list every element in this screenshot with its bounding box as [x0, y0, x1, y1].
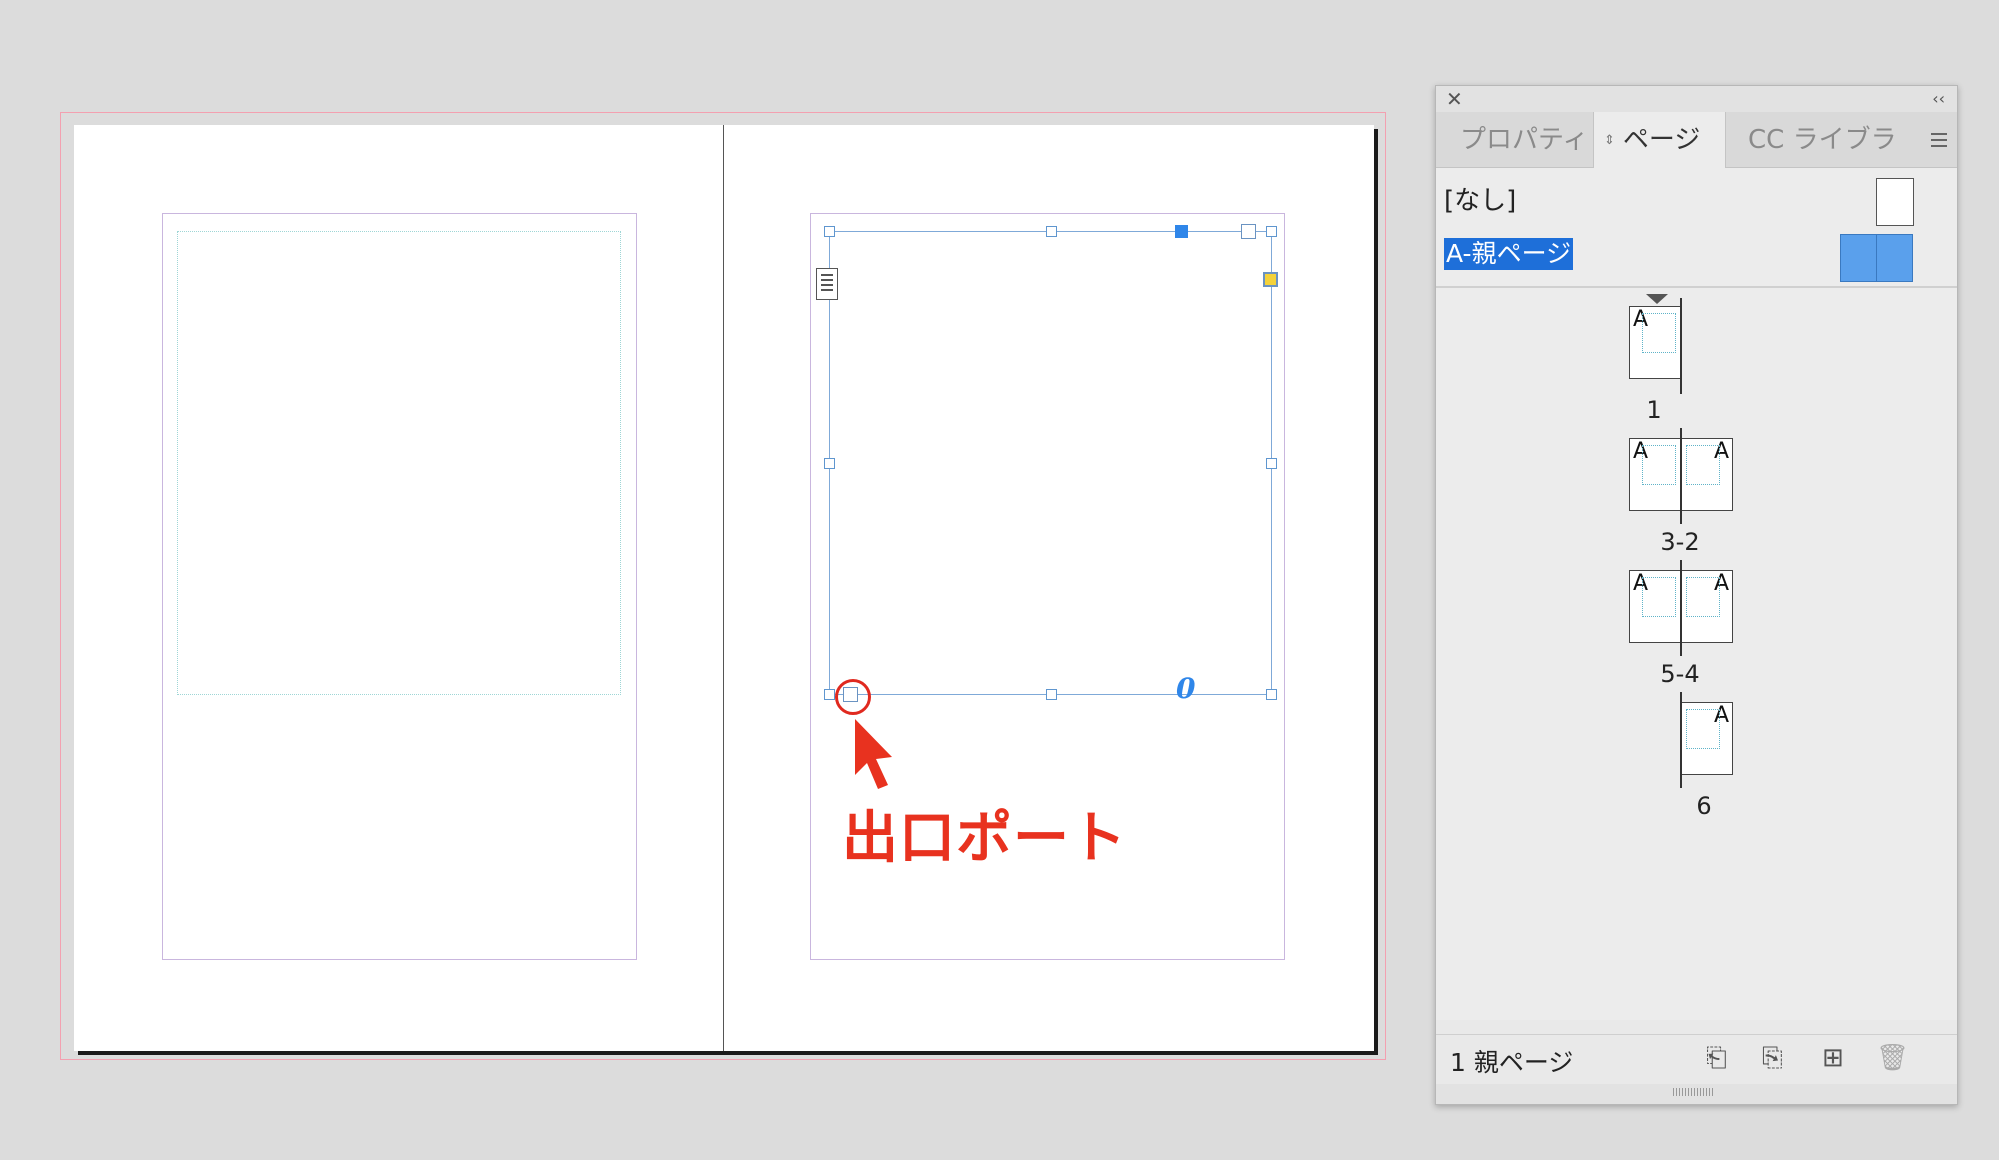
- panel-menu-icon[interactable]: [1929, 112, 1949, 168]
- pages-panel: ✕ ‹‹ プロパティ ⇕ ページ CC ライブラ [なし] A-親ページ A 1 …: [1435, 85, 1958, 1105]
- resize-handle-right[interactable]: [1266, 458, 1277, 469]
- in-port-icon[interactable]: [816, 268, 838, 300]
- page-number-5-4: 5-4: [1660, 660, 1700, 688]
- panel-tab-bar: プロパティ ⇕ ページ CC ライブラ: [1436, 112, 1957, 168]
- selected-text-frame[interactable]: [824, 224, 1278, 702]
- resize-handle-left[interactable]: [824, 458, 835, 469]
- panel-title-bar: ✕ ‹‹: [1436, 86, 1957, 112]
- page-count-status: 1 親ページ: [1450, 1048, 1574, 1077]
- callout-arrow-icon: [855, 719, 892, 789]
- tab-properties[interactable]: プロパティ: [1460, 112, 1588, 168]
- new-page-icon[interactable]: ⊞: [1822, 1045, 1844, 1071]
- callout-label: 出口ポート: [842, 806, 1127, 871]
- parent-none-thumbnail[interactable]: [1876, 178, 1914, 226]
- page-thumbnail-3-2-right[interactable]: A: [1681, 438, 1733, 511]
- page-number-3-2: 3-2: [1660, 528, 1700, 556]
- document-pages-section: A 1 A A 3-2 A A 5-4 A 6: [1436, 288, 1957, 1020]
- parent-a-thumbnail[interactable]: [1840, 234, 1913, 282]
- spine-line: [1680, 428, 1682, 524]
- parent-pages-section: [なし] A-親ページ: [1436, 168, 1957, 288]
- corner-option-handle[interactable]: [1175, 225, 1188, 238]
- resize-grip-icon[interactable]: [1673, 1088, 1713, 1096]
- current-page-marker-icon: [1646, 294, 1668, 304]
- resize-handle-bottom-right[interactable]: [1266, 689, 1277, 700]
- page-thumbnail-1[interactable]: A: [1629, 306, 1681, 379]
- tab-reorder-icon: ⇕: [1604, 132, 1615, 148]
- panel-resize-bar: [1436, 1084, 1957, 1104]
- spine-line: [1680, 560, 1682, 656]
- parent-none-label[interactable]: [なし]: [1444, 180, 1516, 217]
- page-number-6: 6: [1696, 792, 1712, 820]
- tab-pages[interactable]: ⇕ ページ: [1593, 112, 1726, 168]
- resize-handle-top-right-outer[interactable]: [1241, 224, 1256, 239]
- page-thumbnail-5-4-left[interactable]: A: [1629, 570, 1681, 643]
- resize-handle-bottom-left[interactable]: [824, 689, 835, 700]
- close-icon[interactable]: ✕: [1446, 88, 1463, 110]
- spine-line: [1680, 298, 1682, 394]
- live-corner-widget[interactable]: [1263, 272, 1278, 287]
- parent-a-label[interactable]: A-親ページ: [1444, 238, 1574, 270]
- panel-footer: 1 親ページ ⎗ ⎘ ⊞ 🗑: [1436, 1034, 1957, 1084]
- page-thumbnail-3-2-left[interactable]: A: [1629, 438, 1681, 511]
- edit-page-size-icon[interactable]: ⎗: [1706, 1045, 1727, 1071]
- tab-cc-libraries[interactable]: CC ライブラ: [1748, 112, 1898, 168]
- left-text-frame[interactable]: [177, 231, 621, 695]
- overflow-marker: 0: [1176, 672, 1196, 705]
- spine-line: [1680, 692, 1682, 788]
- page-number-1: 1: [1646, 396, 1662, 424]
- out-port-highlight-circle: [835, 679, 871, 715]
- resize-handle-top-left[interactable]: [824, 226, 835, 237]
- resize-handle-bottom[interactable]: [1046, 689, 1057, 700]
- trash-icon[interactable]: 🗑: [1876, 1045, 1909, 1071]
- new-spread-icon[interactable]: ⎘: [1762, 1045, 1783, 1071]
- resize-handle-top-right[interactable]: [1266, 226, 1277, 237]
- resize-handle-top[interactable]: [1046, 226, 1057, 237]
- collapse-icon[interactable]: ‹‹: [1932, 88, 1945, 110]
- page-thumbnail-6[interactable]: A: [1681, 702, 1733, 775]
- spread-spine: [723, 125, 724, 1051]
- page-thumbnail-5-4-right[interactable]: A: [1681, 570, 1733, 643]
